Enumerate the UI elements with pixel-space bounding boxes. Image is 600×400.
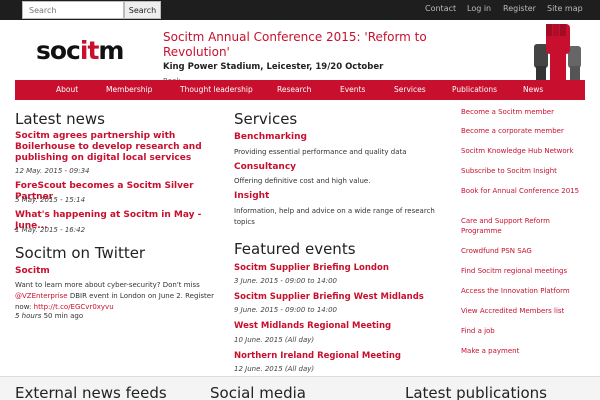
- tweet-time-ago: 50 min ago: [41, 312, 84, 320]
- twitter-heading: Socitm on Twitter: [15, 244, 146, 262]
- nav-research[interactable]: Research: [277, 85, 311, 94]
- sidebar-link-subscribe-insight[interactable]: Subscribe to Socitm Insight: [461, 166, 586, 176]
- nav-news[interactable]: News: [523, 85, 543, 94]
- tweet-text-part: Want to learn more about cyber-security?…: [15, 281, 200, 289]
- login-link[interactable]: Log in: [467, 4, 491, 13]
- nav-membership[interactable]: Membership: [106, 85, 152, 94]
- news-item-date: 1 May. 2015 - 16:42: [15, 226, 86, 234]
- sidebar-link-innovation-platform[interactable]: Access the Innovation Platform: [461, 286, 586, 296]
- nav-about[interactable]: About: [56, 85, 78, 94]
- top-bar: Search Contact Log in Register Site map: [0, 0, 600, 20]
- main-nav: About Membership Thought leadership Rese…: [15, 80, 585, 100]
- sidebar-link-become-member[interactable]: Become a Socitm member: [461, 107, 586, 117]
- nav-publications[interactable]: Publications: [452, 85, 497, 94]
- news-item-date: 5 May. 2015 - 15:14: [15, 196, 86, 204]
- nav-thought-leadership[interactable]: Thought leadership: [180, 85, 253, 94]
- register-link[interactable]: Register: [503, 4, 536, 13]
- search-button[interactable]: Search: [124, 1, 161, 19]
- logo-text-prefix: soc: [36, 36, 81, 65]
- event-title[interactable]: Socitm Supplier Briefing London: [234, 263, 389, 273]
- sidebar-link-corporate-member[interactable]: Become a corporate member: [461, 126, 586, 136]
- nav-services[interactable]: Services: [394, 85, 426, 94]
- event-date: 12 June. 2015 (All day): [234, 365, 315, 373]
- featured-events-heading: Featured events: [234, 240, 356, 258]
- twitter-account-name[interactable]: Socitm: [15, 266, 50, 276]
- sidebar-link-make-payment[interactable]: Make a payment: [461, 346, 586, 356]
- sidebar-link-knowledge-hub[interactable]: Socitm Knowledge Hub Network: [461, 146, 586, 156]
- raised-fist-icon: [534, 24, 581, 82]
- external-news-feeds-heading: External news feeds: [15, 384, 167, 400]
- event-title[interactable]: West Midlands Regional Meeting: [234, 321, 391, 331]
- site-map-link[interactable]: Site map: [547, 4, 583, 13]
- tweet-url-link[interactable]: http://t.co/EGCvr0xyvu: [34, 303, 114, 311]
- tweet-text: Want to learn more about cyber-security?…: [15, 280, 228, 313]
- news-item-date: 12 May. 2015 - 09:34: [15, 167, 90, 175]
- service-description: Providing essential performance and qual…: [234, 148, 407, 156]
- socitm-logo[interactable]: socitm: [36, 36, 124, 65]
- sidebar-link-book-conference[interactable]: Book for Annual Conference 2015: [461, 186, 586, 196]
- sidebar-link-care-support[interactable]: Care and Support Reform Programme: [461, 216, 586, 236]
- conference-venue: King Power Stadium, Leicester, 19/20 Oct…: [163, 62, 384, 72]
- service-description: Offering definitive cost and high value.: [234, 177, 371, 185]
- latest-publications-heading: Latest publications: [405, 384, 547, 400]
- logo-text-suffix: m: [98, 36, 124, 65]
- tweet-mention-link[interactable]: @VZEnterprise: [15, 292, 68, 300]
- event-date: 10 June. 2015 (All day): [234, 336, 315, 344]
- service-title[interactable]: Insight: [234, 191, 269, 201]
- event-date: 9 June. 2015 - 09:00 to 14:00: [234, 306, 337, 314]
- nav-events[interactable]: Events: [340, 85, 365, 94]
- social-media-heading: Social media: [210, 384, 306, 400]
- sidebar-link-accredited-members[interactable]: View Accredited Members list: [461, 306, 586, 316]
- latest-news-heading: Latest news: [15, 110, 105, 128]
- service-title[interactable]: Benchmarking: [234, 132, 307, 142]
- sidebar-link-find-job[interactable]: Find a job: [461, 326, 586, 336]
- service-description: Information, help and advice on a wide r…: [234, 207, 435, 226]
- logo-text-it: it: [79, 36, 100, 65]
- event-date: 3 June. 2015 - 09:00 to 14:00: [234, 277, 337, 285]
- tweet-timestamp: 5 hours 50 min ago: [15, 312, 83, 320]
- services-heading: Services: [234, 110, 298, 128]
- sidebar-link-crowdfund[interactable]: Crowdfund PSN SAG: [461, 246, 586, 256]
- news-item-title[interactable]: Socitm agrees partnership with Boilerhou…: [15, 131, 220, 164]
- search-input[interactable]: [22, 1, 124, 19]
- contact-link[interactable]: Contact: [425, 4, 456, 13]
- conference-title-link[interactable]: Socitm Annual Conference 2015: 'Reform t…: [163, 30, 453, 60]
- event-title[interactable]: Socitm Supplier Briefing West Midlands: [234, 292, 424, 302]
- event-title[interactable]: Northern Ireland Regional Meeting: [234, 351, 401, 361]
- tweet-time-hours: 5 hours: [15, 312, 42, 320]
- service-title[interactable]: Consultancy: [234, 162, 296, 172]
- sidebar-link-regional-meetings[interactable]: Find Socitm regional meetings: [461, 266, 586, 276]
